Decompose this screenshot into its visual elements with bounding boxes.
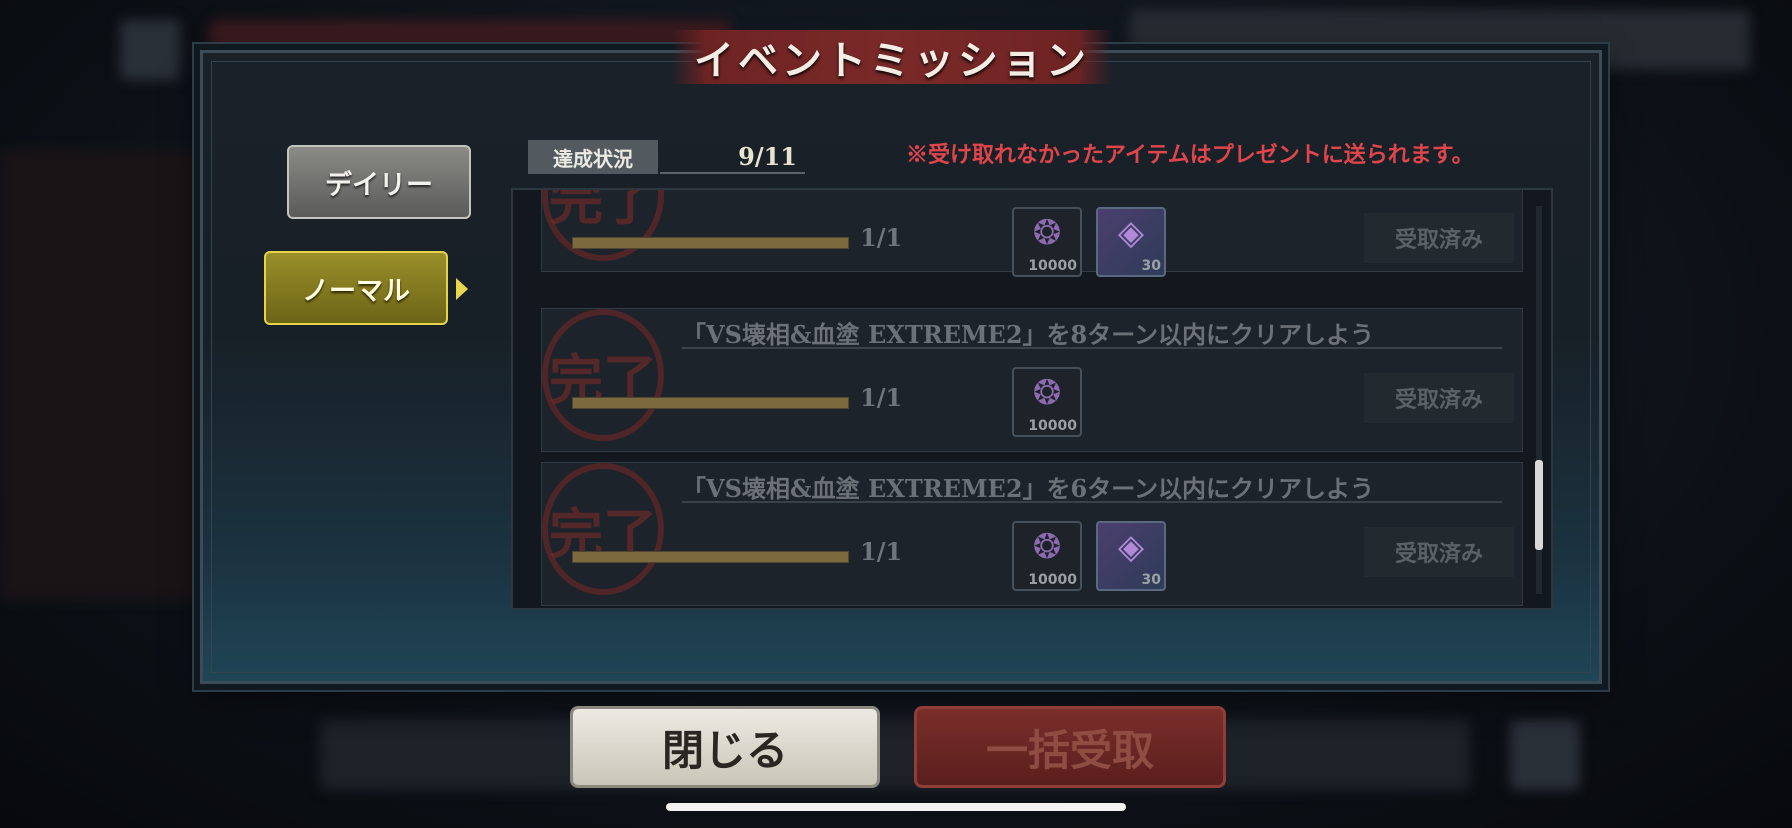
progress-bar [572, 551, 849, 563]
mission-progress: 1/1 [860, 223, 903, 252]
claimed-button[interactable]: 受取済み [1364, 213, 1514, 263]
home-indicator[interactable] [666, 803, 1126, 811]
mission-progress: 1/1 [860, 383, 903, 412]
curse-crystal-icon: ❂ 10000 [1012, 367, 1082, 437]
background-blur [320, 720, 1470, 790]
mission-title: 「VS壊相&血塗 EXTREME2」を6ターン以内にクリアしよう [682, 469, 1502, 503]
mission-list[interactable]: 完了 1/1 ❂ 10000 ◈ 30 受取済み 完了 「VS壊相&血塗 EXTRE… [511, 188, 1553, 610]
background-blur [0, 150, 200, 600]
progress-bar [572, 237, 849, 249]
tab-normal[interactable]: ノーマル [264, 251, 448, 325]
progress-value: 9/11 [660, 140, 805, 174]
cube-item-icon: ◈ 30 [1096, 521, 1166, 591]
list-item: 完了 「VS壊相&血塗 EXTREME2」を8ターン以内にクリアしよう 1/1 … [541, 308, 1523, 452]
claimed-button[interactable]: 受取済み [1364, 373, 1514, 423]
close-button[interactable]: 閉じる [570, 706, 880, 788]
active-tab-arrow-icon [456, 278, 468, 300]
completed-stamp-icon: 完了 [542, 190, 664, 261]
completed-stamp-icon: 完了 [542, 309, 664, 441]
list-item: 完了 1/1 ❂ 10000 ◈ 30 受取済み [541, 190, 1523, 277]
list-item: 完了 「VS壊相&血塗 EXTREME2」を6ターン以内にクリアしよう 1/1 … [541, 462, 1523, 606]
progress-bar [572, 397, 849, 409]
tab-daily[interactable]: デイリー [287, 145, 471, 219]
background-blur [120, 20, 180, 80]
mission-title: 「VS壊相&血塗 EXTREME2」を8ターン以内にクリアしよう [682, 315, 1502, 349]
notice-text: ※受け取れなかったアイテムはプレゼントに送られます。 [906, 142, 1474, 168]
mission-progress: 1/1 [860, 537, 903, 566]
progress-label: 達成状況 [528, 140, 658, 174]
claimed-button[interactable]: 受取済み [1364, 527, 1514, 577]
curse-crystal-icon: ❂ 10000 [1012, 521, 1082, 591]
completed-stamp-icon: 完了 [542, 463, 664, 595]
dialog-title: イベントミッション [672, 30, 1112, 84]
cube-item-icon: ◈ 30 [1096, 207, 1166, 277]
scrollbar-thumb[interactable] [1535, 460, 1543, 550]
background-blur [1510, 720, 1580, 790]
curse-crystal-icon: ❂ 10000 [1012, 207, 1082, 277]
claim-all-button[interactable]: 一括受取 [914, 706, 1226, 788]
